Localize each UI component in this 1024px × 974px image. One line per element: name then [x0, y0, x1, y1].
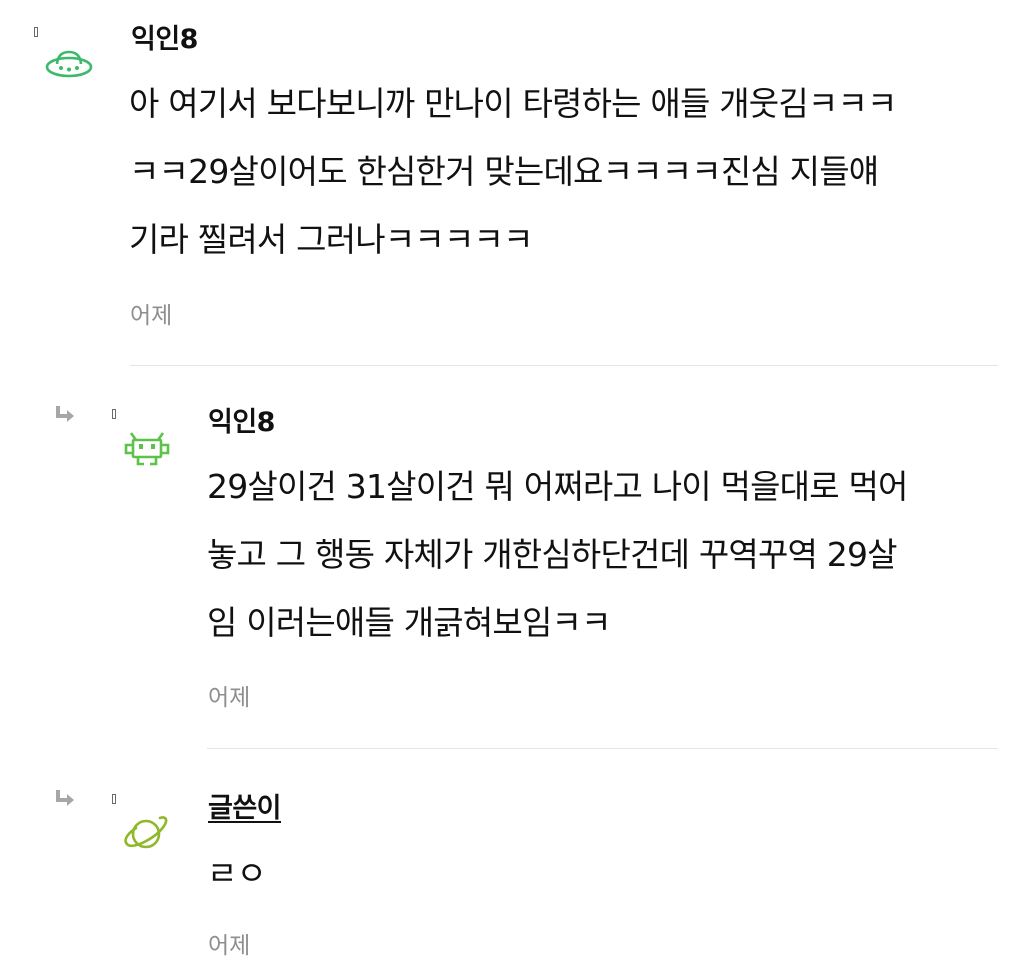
- comment-line: 기라 찔려서 그러나ㅋㅋㅋㅋㅋ: [129, 220, 533, 259]
- pin-icon: [34, 27, 38, 37]
- author-name[interactable]: 익인8: [131, 24, 198, 56]
- author-name[interactable]: 익인8: [208, 407, 275, 439]
- divider: [130, 365, 998, 366]
- reply-arrow-icon: [55, 404, 77, 426]
- planet-icon[interactable]: [122, 810, 172, 860]
- reply-comment: 익인8 29살이건 31살이건 뭐 어쩌라고 나이 먹을대로 먹어 놓고 그 행…: [0, 367, 1024, 749]
- comment-line: ㄹㅇ: [207, 854, 267, 893]
- author-name-op[interactable]: 글쓴이: [208, 793, 282, 825]
- comment-line: 놓고 그 행동 자체가 개한심하단건데 꾸역꾸역 29살: [207, 535, 898, 574]
- comment-body: 아 여기서 보다보니까 만나이 타령하는 애들 개웃김ㅋㅋㅋ ㅋㅋ29살이어도 …: [129, 70, 897, 274]
- divider: [207, 748, 998, 749]
- timestamp: 어제: [208, 933, 251, 959]
- comment: 익인8 아 여기서 보다보니까 만나이 타령하는 애들 개웃김ㅋㅋㅋ ㅋㅋ29살…: [0, 0, 1024, 366]
- comment-line: 아 여기서 보다보니까 만나이 타령하는 애들 개웃김ㅋㅋㅋ: [129, 84, 897, 123]
- pin-icon: [112, 409, 116, 419]
- timestamp: 어제: [208, 685, 251, 711]
- comment-line: 29살이건 31살이건 뭐 어쩌라고 나이 먹을대로 먹어: [207, 467, 908, 506]
- comment-body: 29살이건 31살이건 뭐 어쩌라고 나이 먹을대로 먹어 놓고 그 행동 자체…: [207, 453, 908, 657]
- comment-line: ㅋㅋ29살이어도 한심한거 맞는데요ㅋㅋㅋㅋ진심 지들얘: [129, 152, 879, 191]
- comment-body: ㄹㅇ: [207, 840, 267, 908]
- reply-comment: 글쓴이 ㄹㅇ 어제: [0, 750, 1024, 974]
- comment-line: 임 이러는애들 개긁혀보임ㅋㅋ: [207, 603, 611, 642]
- pin-icon: [112, 794, 116, 804]
- space-invader-icon[interactable]: [122, 429, 172, 479]
- ufo-icon[interactable]: [44, 44, 94, 94]
- timestamp: 어제: [130, 303, 173, 329]
- reply-arrow-icon: [55, 788, 77, 810]
